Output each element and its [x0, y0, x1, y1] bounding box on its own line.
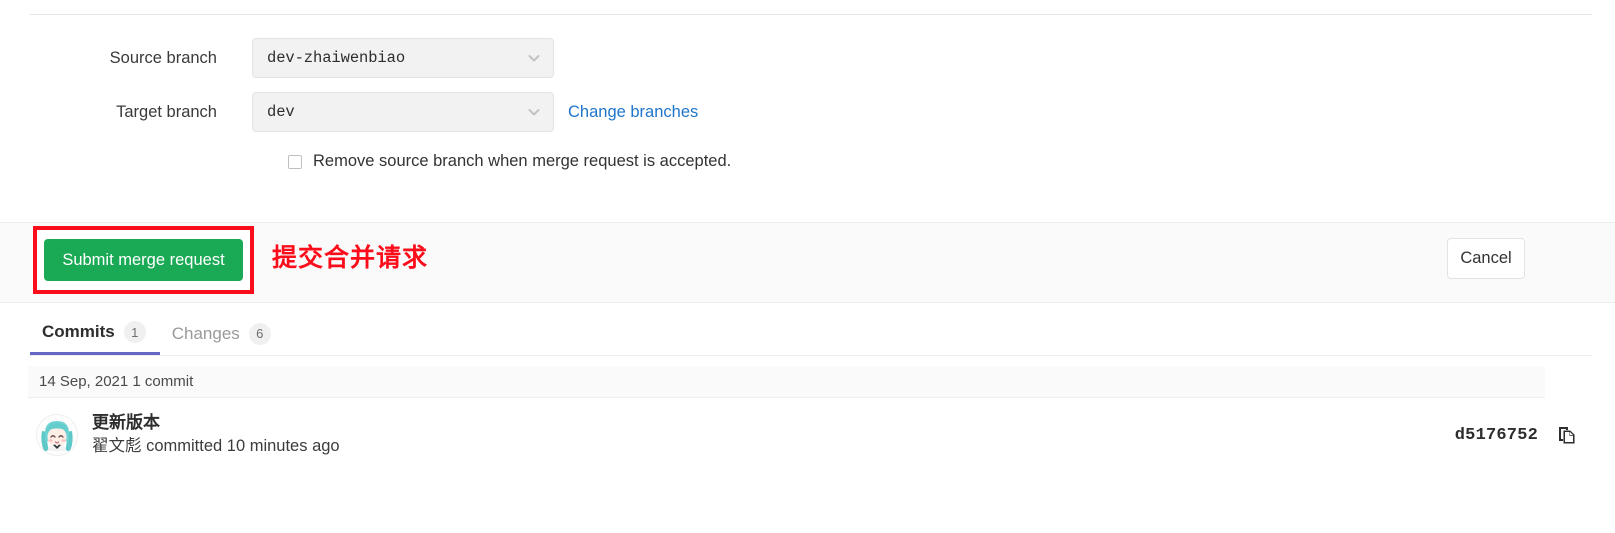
tab-commits-label: Commits: [42, 322, 115, 341]
commit-date-header: 14 Sep, 2021 1 commit: [28, 366, 1545, 398]
source-branch-value: dev-zhaiwenbiao: [267, 49, 406, 67]
commit-sha-group: d5176752: [1455, 425, 1576, 445]
commit-sha[interactable]: d5176752: [1455, 426, 1538, 445]
tab-commits-badge: 1: [123, 321, 146, 343]
remove-source-branch-row: Remove source branch when merge request …: [288, 152, 1615, 171]
remove-source-branch-checkbox[interactable]: [288, 154, 302, 169]
target-branch-select[interactable]: dev: [252, 92, 554, 132]
cancel-button[interactable]: Cancel: [1447, 238, 1525, 279]
tab-changes[interactable]: Changes 6: [160, 312, 285, 355]
merge-request-tabs: Commits 1 Changes 6: [30, 312, 1592, 356]
tab-commits[interactable]: Commits 1: [30, 312, 160, 355]
change-branches-link[interactable]: Change branches: [568, 103, 698, 122]
target-branch-value: dev: [267, 103, 295, 121]
submit-merge-request-button[interactable]: Submit merge request: [44, 239, 243, 281]
target-branch-row: Target branch dev Change branches: [0, 92, 1615, 132]
top-divider: [30, 14, 1592, 15]
tab-changes-badge: 6: [248, 322, 271, 345]
commit-author-meta: 翟文彪 committed 10 minutes ago: [92, 437, 340, 455]
avatar[interactable]: [36, 414, 78, 456]
commit-list-item: 更新版本 翟文彪 committed 10 minutes ago d51767…: [28, 404, 1590, 466]
annotation-label: 提交合并请求: [272, 244, 429, 272]
source-branch-select[interactable]: dev-zhaiwenbiao: [252, 38, 554, 78]
remove-source-branch-label: Remove source branch when merge request …: [313, 152, 732, 170]
source-branch-row: Source branch dev-zhaiwenbiao: [0, 38, 1615, 78]
copy-icon[interactable]: [1538, 425, 1576, 445]
tab-changes-label: Changes: [171, 323, 240, 343]
commit-info: 更新版本 翟文彪 committed 10 minutes ago: [92, 412, 1455, 458]
source-branch-label: Source branch: [109, 49, 217, 67]
chevron-down-icon: [527, 51, 541, 65]
commit-title[interactable]: 更新版本: [92, 412, 1455, 434]
merge-request-branch-form: Source branch dev-zhaiwenbiao Target bra…: [0, 38, 1615, 171]
target-branch-label: Target branch: [116, 103, 217, 121]
chevron-down-icon: [527, 105, 541, 119]
submit-highlight-box: Submit merge request: [33, 226, 254, 294]
